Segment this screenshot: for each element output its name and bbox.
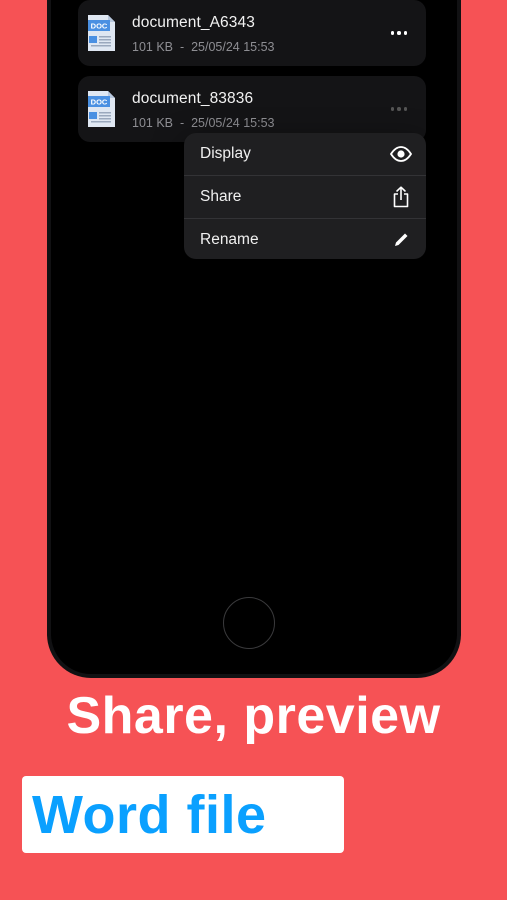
ellipsis-icon: [390, 107, 395, 111]
phone-screen: DOC document_A6343 101 KB - 25/05/24 15:…: [51, 0, 457, 674]
doc-icon-label: DOC: [91, 22, 108, 31]
menu-item-label: Display: [200, 145, 251, 162]
file-name: document_A6343: [132, 14, 255, 31]
file-size: 101 KB: [132, 40, 174, 54]
doc-icon-label: DOC: [91, 98, 108, 107]
menu-item-display[interactable]: Display: [184, 133, 426, 176]
file-meta: 101 KB - 25/05/24 15:53: [132, 116, 275, 130]
home-button[interactable]: [223, 597, 275, 649]
phone-frame: DOC document_A6343 101 KB - 25/05/24 15:…: [47, 0, 461, 678]
doc-file-icon: DOC: [88, 15, 115, 51]
meta-separator: -: [179, 40, 185, 54]
menu-item-share[interactable]: Share: [184, 176, 426, 219]
file-name: document_83836: [132, 90, 254, 107]
promo-highlight-box: Word file: [22, 776, 344, 853]
ellipsis-icon: [390, 31, 395, 35]
file-row-document-a6343[interactable]: DOC document_A6343 101 KB - 25/05/24 15:…: [78, 0, 426, 66]
file-meta: 101 KB - 25/05/24 15:53: [132, 40, 275, 54]
file-date: 25/05/24 15:53: [191, 40, 275, 54]
share-icon: [390, 186, 412, 208]
more-options-button[interactable]: [388, 98, 410, 120]
promo-headline: Share, preview: [66, 687, 441, 745]
meta-separator: -: [179, 116, 185, 130]
doc-file-icon: DOC: [88, 91, 115, 127]
menu-item-label: Share: [200, 188, 242, 205]
menu-item-rename[interactable]: Rename: [184, 219, 426, 259]
context-menu: Display Share Rename: [184, 133, 426, 259]
promo-highlight-text: Word file: [32, 785, 267, 845]
eye-icon: [390, 143, 412, 165]
menu-item-label: Rename: [200, 231, 259, 248]
file-size: 101 KB: [132, 116, 174, 130]
file-date: 25/05/24 15:53: [191, 116, 275, 130]
pencil-icon: [390, 229, 412, 251]
more-options-button[interactable]: [388, 22, 410, 44]
